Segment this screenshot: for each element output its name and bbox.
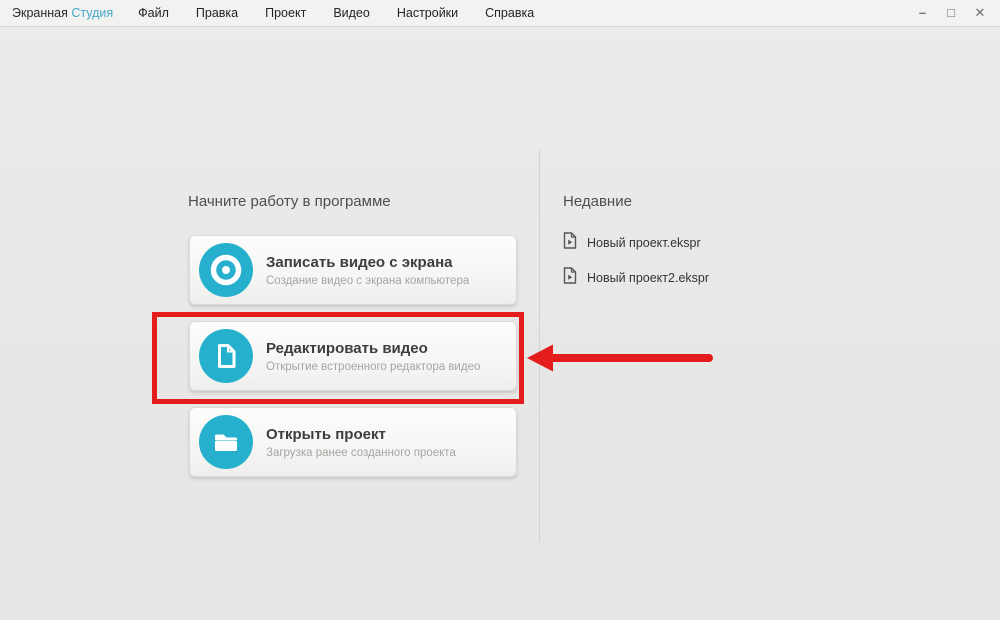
document-icon [199,329,253,383]
start-actions: Записать видео с экрана Создание видео с… [189,235,517,493]
menu-settings[interactable]: Настройки [394,4,461,22]
open-project-subtitle: Загрузка ранее созданного проекта [266,447,456,459]
recent-item-1[interactable]: Новый проект.ekspr [563,233,709,253]
minimize-button[interactable]: – [912,3,932,23]
video-file-icon [563,267,577,289]
record-icon [199,243,253,297]
record-video-button[interactable]: Записать видео с экрана Создание видео с… [189,235,517,305]
edit-video-button[interactable]: Редактировать видео Открытие встроенного… [189,321,517,391]
menu-edit[interactable]: Правка [193,4,241,22]
open-project-button[interactable]: Открыть проект Загрузка ранее созданного… [189,407,517,477]
close-button[interactable]: ✕ [970,3,990,23]
open-project-title: Открыть проект [266,426,456,443]
maximize-button[interactable]: □ [941,3,961,23]
app-logo: Экранная Студия [12,6,113,20]
recent-item-label: Новый проект.ekspr [587,236,701,250]
recent-item-2[interactable]: Новый проект2.ekspr [563,268,709,288]
folder-icon [199,415,253,469]
recent-item-label: Новый проект2.ekspr [587,271,709,285]
app-logo-accent: Студия [71,6,113,20]
titlebar: Экранная Студия Файл Правка Проект Видео… [0,0,1000,27]
app-logo-primary: Экранная [12,6,68,20]
recent-list: Новый проект.ekspr Новый проект2.ekspr [563,233,709,303]
column-divider [539,150,540,542]
record-video-title: Записать видео с экрана [266,254,469,271]
menu-video[interactable]: Видео [330,4,373,22]
recent-heading: Недавние [563,193,632,210]
window-controls: – □ ✕ [912,3,990,23]
menu-file[interactable]: Файл [135,4,172,22]
menubar: Файл Правка Проект Видео Настройки Справ… [135,4,537,22]
menu-help[interactable]: Справка [482,4,537,22]
record-video-subtitle: Создание видео с экрана компьютера [266,275,469,287]
edit-video-title: Редактировать видео [266,340,480,357]
video-file-icon [563,232,577,254]
start-heading: Начните работу в программе [188,193,391,210]
annotation-arrow-icon [524,338,716,378]
menu-project[interactable]: Проект [262,4,309,22]
edit-video-subtitle: Открытие встроенного редактора видео [266,361,480,373]
